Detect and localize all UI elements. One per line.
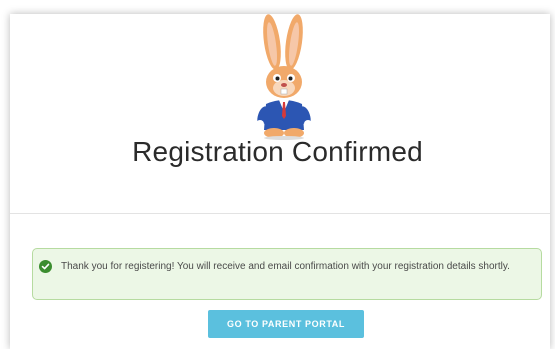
divider — [10, 213, 550, 214]
alert-message: Thank you for registering! You will rece… — [61, 261, 510, 272]
check-circle-icon — [39, 260, 52, 273]
success-alert: Thank you for registering! You will rece… — [32, 248, 542, 300]
go-to-parent-portal-button[interactable]: GO TO PARENT PORTAL — [208, 310, 364, 338]
bunny-mascot-icon — [256, 14, 312, 140]
page-title: Registration Confirmed — [132, 136, 423, 167]
